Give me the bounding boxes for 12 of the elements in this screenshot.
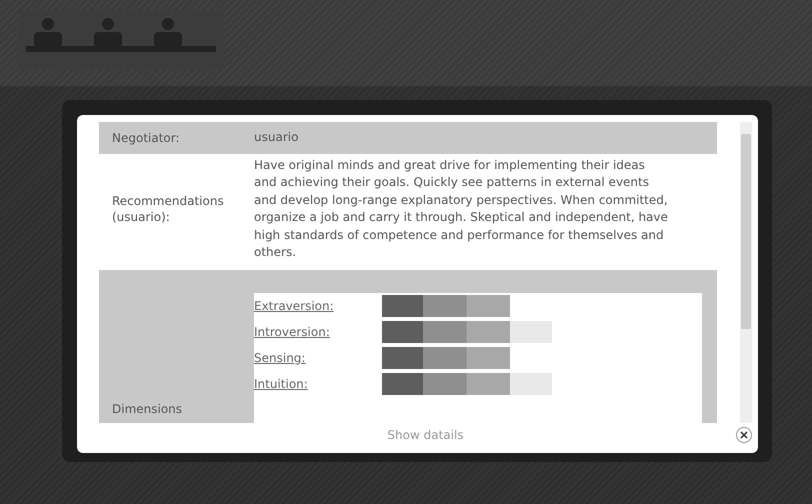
field-label: Negotiator: <box>111 130 181 146</box>
close-button[interactable] <box>736 427 752 443</box>
dimension-link[interactable]: Intuition: <box>254 376 382 390</box>
dimension-link[interactable]: Extraversion: <box>254 298 382 312</box>
dimension-link[interactable]: Sensing: <box>254 350 382 364</box>
dimension-link[interactable]: Introversion: <box>254 324 382 338</box>
field-value: usuario <box>254 129 300 146</box>
close-icon <box>740 431 748 439</box>
scrollbar[interactable] <box>740 122 752 423</box>
field-label: Recommendations (usuario): <box>111 193 225 225</box>
field-label: Dimensions <box>111 401 184 417</box>
field-value: Have original minds and great drive for implementing their ideas and achieving their goals. Quickly see patterns in external events and develop long-range explanatory perspectives. When committed, organize a job and carry it through. Skeptical and independent, have high standards of competence and performance for themselves and others. <box>254 156 669 261</box>
